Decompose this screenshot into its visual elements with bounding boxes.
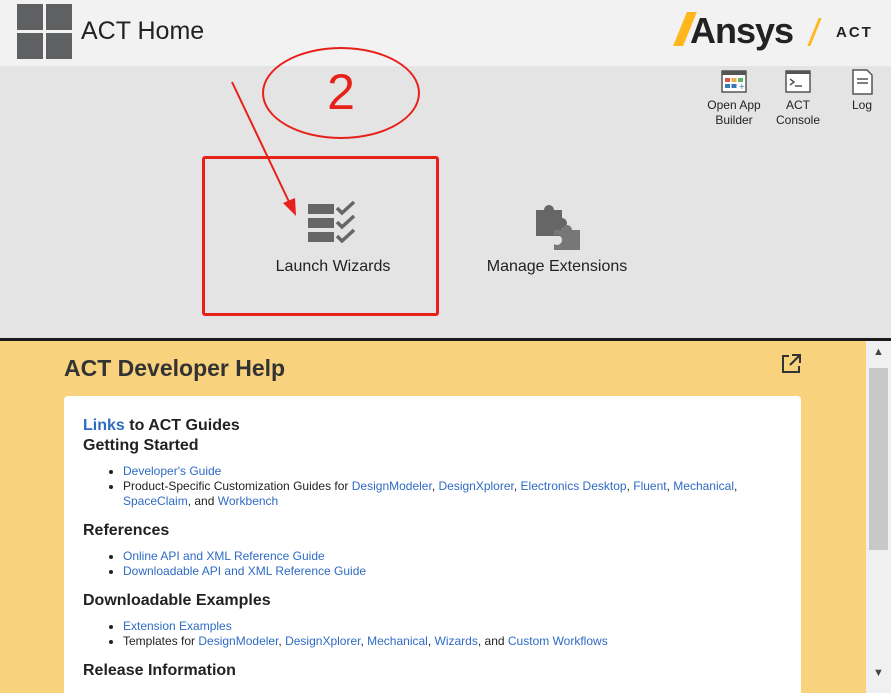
app-grid-icon xyxy=(17,4,72,59)
links-heading: Links to ACT Guides xyxy=(83,416,783,436)
template-wizards-link[interactable]: Wizards xyxy=(435,634,478,648)
references-heading: References xyxy=(83,522,170,539)
developer-help-panel: ACT Developer Help Links to ACT Guides G… xyxy=(0,341,866,693)
custom-workflows-link[interactable]: Custom Workflows xyxy=(508,634,608,648)
mechanical-link[interactable]: Mechanical xyxy=(673,479,734,493)
act-console-button[interactable]: ACT Console xyxy=(770,69,826,128)
brand-product: ACT xyxy=(836,24,873,41)
log-label: Log xyxy=(851,98,873,112)
release-information-heading: Release Information xyxy=(83,662,236,679)
designxplorer-link[interactable]: DesignXplorer xyxy=(438,479,513,493)
getting-started-heading: Getting Started xyxy=(83,437,199,454)
manage-extensions-button[interactable]: Manage Extensions xyxy=(483,200,631,276)
and-text: , and xyxy=(477,634,508,648)
scroll-down-arrow-icon[interactable]: ▼ xyxy=(866,667,891,685)
product-guides-prefix: Product-Specific Customization Guides fo… xyxy=(123,479,352,493)
vertical-scrollbar[interactable]: ▲ ▼ xyxy=(866,341,891,693)
templates-prefix: Templates for xyxy=(123,634,199,648)
downloadable-api-reference-link[interactable]: Downloadable API and XML Reference Guide xyxy=(123,564,366,578)
annotation-highlight-box xyxy=(202,156,439,316)
scroll-thumb[interactable] xyxy=(869,368,888,550)
workbench-link[interactable]: Workbench xyxy=(218,494,278,508)
fluent-link[interactable]: Fluent xyxy=(633,479,666,493)
list-item: Downloadable API and XML Reference Guide xyxy=(123,564,783,579)
act-console-label-2: Console xyxy=(775,113,821,127)
open-app-builder-button[interactable]: + Open App Builder xyxy=(700,69,768,128)
and-text: , and xyxy=(187,494,218,508)
brand-name: Ansys xyxy=(690,10,794,51)
scroll-up-arrow-icon[interactable]: ▲ xyxy=(866,346,891,364)
open-app-builder-label-2: Builder xyxy=(715,113,753,127)
app-builder-icon: + xyxy=(721,70,747,93)
open-app-builder-label-1: Open App xyxy=(707,98,761,112)
electronics-desktop-link[interactable]: Electronics Desktop xyxy=(521,479,627,493)
list-item: Product-Specific Customization Guides fo… xyxy=(123,479,783,509)
template-designmodeler-link[interactable]: DesignModeler xyxy=(198,634,278,648)
list-item: Templates for DesignModeler, DesignXplor… xyxy=(123,634,783,649)
console-icon xyxy=(785,70,811,93)
act-console-label-1: ACT xyxy=(786,98,810,112)
popout-icon[interactable] xyxy=(780,353,802,375)
links-heading-rest: to ACT Guides xyxy=(124,417,240,434)
examples-list: Extension Examples Templates for DesignM… xyxy=(83,619,783,649)
online-api-reference-link[interactable]: Online API and XML Reference Guide xyxy=(123,549,325,563)
app-title: ACT Home xyxy=(81,17,205,45)
brand-separator xyxy=(807,18,822,46)
downloadable-examples-heading: Downloadable Examples xyxy=(83,592,271,609)
list-item: Online API and XML Reference Guide xyxy=(123,549,783,564)
spaceclaim-link[interactable]: SpaceClaim xyxy=(123,494,188,508)
log-button[interactable]: Log xyxy=(843,69,881,113)
help-card: Links to ACT Guides Getting Started Deve… xyxy=(64,396,801,693)
svg-text:+: + xyxy=(739,82,746,91)
links-link[interactable]: Links xyxy=(83,417,125,434)
designmodeler-link[interactable]: DesignModeler xyxy=(352,479,432,493)
getting-started-list: Developer's Guide Product-Specific Custo… xyxy=(83,464,783,509)
annotation-number: 2 xyxy=(327,64,355,120)
template-mechanical-link[interactable]: Mechanical xyxy=(367,634,428,648)
extension-examples-link[interactable]: Extension Examples xyxy=(123,619,232,633)
log-icon xyxy=(852,69,873,95)
puzzle-extensions-icon xyxy=(536,205,580,250)
references-list: Online API and XML Reference Guide Downl… xyxy=(83,549,783,579)
template-designxplorer-link[interactable]: DesignXplorer xyxy=(285,634,360,648)
developers-guide-link[interactable]: Developer's Guide xyxy=(123,464,221,478)
list-item: Extension Examples xyxy=(123,619,783,634)
app-header: ACT Home Ansys ACT xyxy=(0,0,891,66)
home-panel: + Open App Builder ACT Console Log Launc… xyxy=(0,66,891,338)
list-item: Developer's Guide xyxy=(123,464,783,479)
help-title: ACT Developer Help xyxy=(64,355,286,381)
manage-extensions-label: Manage Extensions xyxy=(486,258,628,275)
